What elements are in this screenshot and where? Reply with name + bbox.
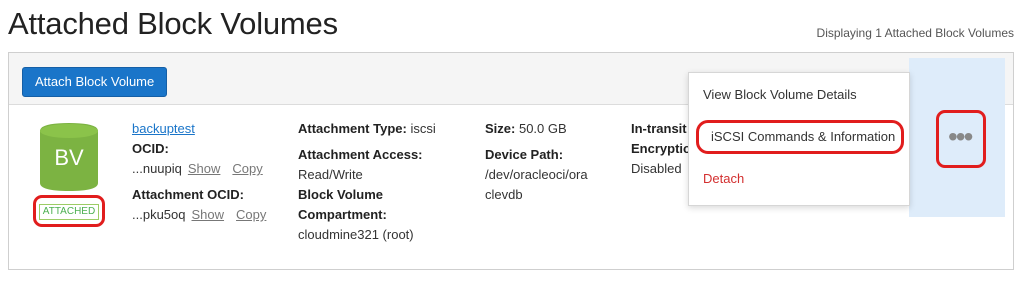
attachment-access-label: Attachment Access: [298,147,423,162]
compartment-label-line2: Compartment: [298,207,387,222]
menu-item-iscsi-commands[interactable]: iSCSI Commands & Information [711,129,895,144]
ocid-copy-link[interactable]: Copy [232,161,262,176]
block-volume-icon: BV [40,123,98,191]
ocid-show-link[interactable]: Show [188,161,221,176]
name-column: backuptest OCID: ...nuupiq Show Copy Attac… [132,119,282,225]
volume-name-link[interactable]: backuptest [132,121,195,136]
attachment-type-label: Attachment Type: [298,121,407,136]
page-title: Attached Block Volumes [8,6,338,41]
menu-item-detach[interactable]: Detach [703,171,744,186]
device-path-value-line2: clevdb [485,187,523,202]
attachment-access-value: Read/Write [298,167,363,182]
attachment-ocid-copy-link[interactable]: Copy [236,207,266,222]
device-path-label: Device Path: [485,147,564,162]
compartment-value: cloudmine321 (root) [298,227,414,242]
size-value: 50.0 GB [518,121,567,136]
compartment-label-line1: Block Volume [298,187,384,202]
attachment-column: Attachment Type: iscsi Attachment Access… [298,119,478,245]
ocid-label: OCID: [132,141,169,156]
bv-icon-label: BV [54,145,84,170]
more-actions-icon[interactable]: ••• [948,123,973,151]
more-actions-highlight-circle: ••• [936,110,986,168]
attachment-ocid-value: ...pku5oq [132,207,186,222]
attachment-ocid-label: Attachment OCID: [132,187,244,202]
actions-dropdown-menu: View Block Volume Details iSCSI Commands… [688,72,910,206]
size-column: Size: 50.0 GB Device Path: /dev/oracleoc… [485,119,615,205]
attachment-ocid-show-link[interactable]: Show [192,207,225,222]
display-count: Displaying 1 Attached Block Volumes [816,26,1014,40]
ocid-value: ...nuupiq [132,161,182,176]
state-badge: ATTACHED [39,204,99,220]
state-highlight-circle: ATTACHED [33,195,105,227]
menu-item-view-details[interactable]: View Block Volume Details [703,87,857,102]
attach-block-volume-button[interactable]: Attach Block Volume [22,67,168,97]
size-label: Size: [485,121,516,136]
device-path-value-line1: /dev/oracleoci/ora [485,167,588,182]
attachment-type-value: iscsi [410,121,436,136]
